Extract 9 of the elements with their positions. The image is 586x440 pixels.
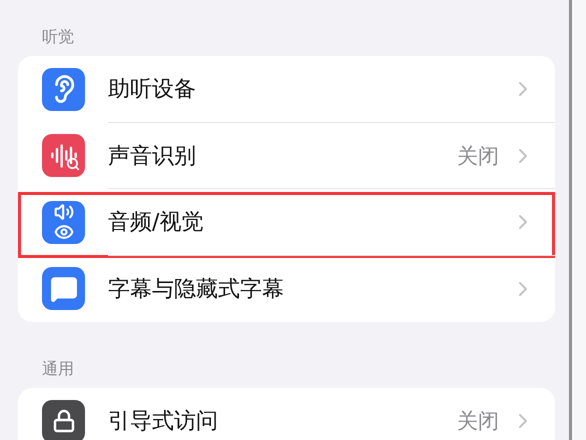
setting-label[interactable]: 引导式访问 (108, 406, 457, 436)
setting-label[interactable]: 字幕与隐藏式字幕 (108, 274, 511, 304)
setting-value: 关闭 (457, 142, 499, 170)
setting-label[interactable]: 音频/视觉 (108, 207, 511, 238)
setting-value: 关闭 (457, 408, 499, 436)
section-header: 通用 (41, 358, 75, 380)
setting-label[interactable]: 声音识别 (108, 140, 457, 171)
section-header: 听觉 (41, 26, 75, 48)
setting-label[interactable]: 助听设备 (108, 74, 511, 104)
